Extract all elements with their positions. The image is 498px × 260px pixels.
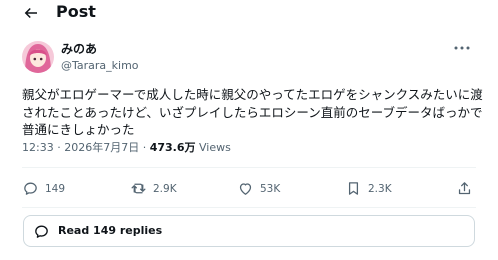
like-count: 53K (260, 182, 281, 195)
author-name[interactable]: みのあ (61, 41, 97, 57)
page-title: Post (56, 2, 96, 21)
top-bar: Post (0, 0, 498, 26)
back-arrow-icon[interactable] (22, 4, 40, 22)
more-icon[interactable] (454, 46, 470, 50)
views-count: 473.6万 (149, 141, 196, 154)
post-text-line: されたことあったけど、いざプレイしたらエロシーン直前のセーブデータばっかで (22, 104, 483, 120)
reply-button[interactable]: 149 (22, 180, 65, 197)
repost-icon (131, 183, 146, 194)
post-date[interactable]: 2026年7月7日 (64, 141, 139, 154)
post-time[interactable]: 12:33 (22, 141, 54, 154)
author-handle[interactable]: @Tarara_kimo (61, 58, 139, 73)
bookmark-icon (348, 182, 359, 195)
speech-bubble-icon (35, 225, 48, 238)
divider (22, 207, 476, 208)
repost-count: 2.9K (153, 182, 177, 195)
like-icon (239, 183, 252, 195)
like-button[interactable]: 53K (237, 180, 280, 197)
share-button[interactable] (456, 180, 479, 197)
post-text-line: 普通にきしょかった (22, 122, 135, 137)
read-replies-label: Read 149 replies (58, 224, 163, 237)
share-icon (458, 182, 471, 195)
bookmark-button[interactable]: 2.3K (345, 180, 392, 197)
reply-icon (24, 182, 37, 195)
divider (22, 167, 476, 168)
action-bar: 149 2.9K 53K 2.3K (0, 180, 498, 202)
post-text-line: 親父がエロゲーマーで成人した時に親父のやってたエロゲをシャンクスみたいに渡 (22, 87, 483, 102)
views-label: Views (199, 141, 231, 154)
bookmark-count: 2.3K (368, 182, 392, 195)
read-replies-button[interactable]: Read 149 replies (23, 215, 475, 247)
meta-separator: · (57, 141, 61, 154)
reply-count: 149 (45, 182, 66, 195)
meta-separator: · (142, 141, 147, 154)
repost-button[interactable]: 2.9K (130, 180, 177, 197)
post-text: 親父がエロゲーマーで成人した時に親父のやってたエロゲをシャンクスみたいに渡 され… (22, 86, 483, 139)
post-meta: 12:33 · 2026年7月7日 · 473.6万 Views (22, 141, 231, 155)
avatar[interactable] (22, 41, 54, 73)
